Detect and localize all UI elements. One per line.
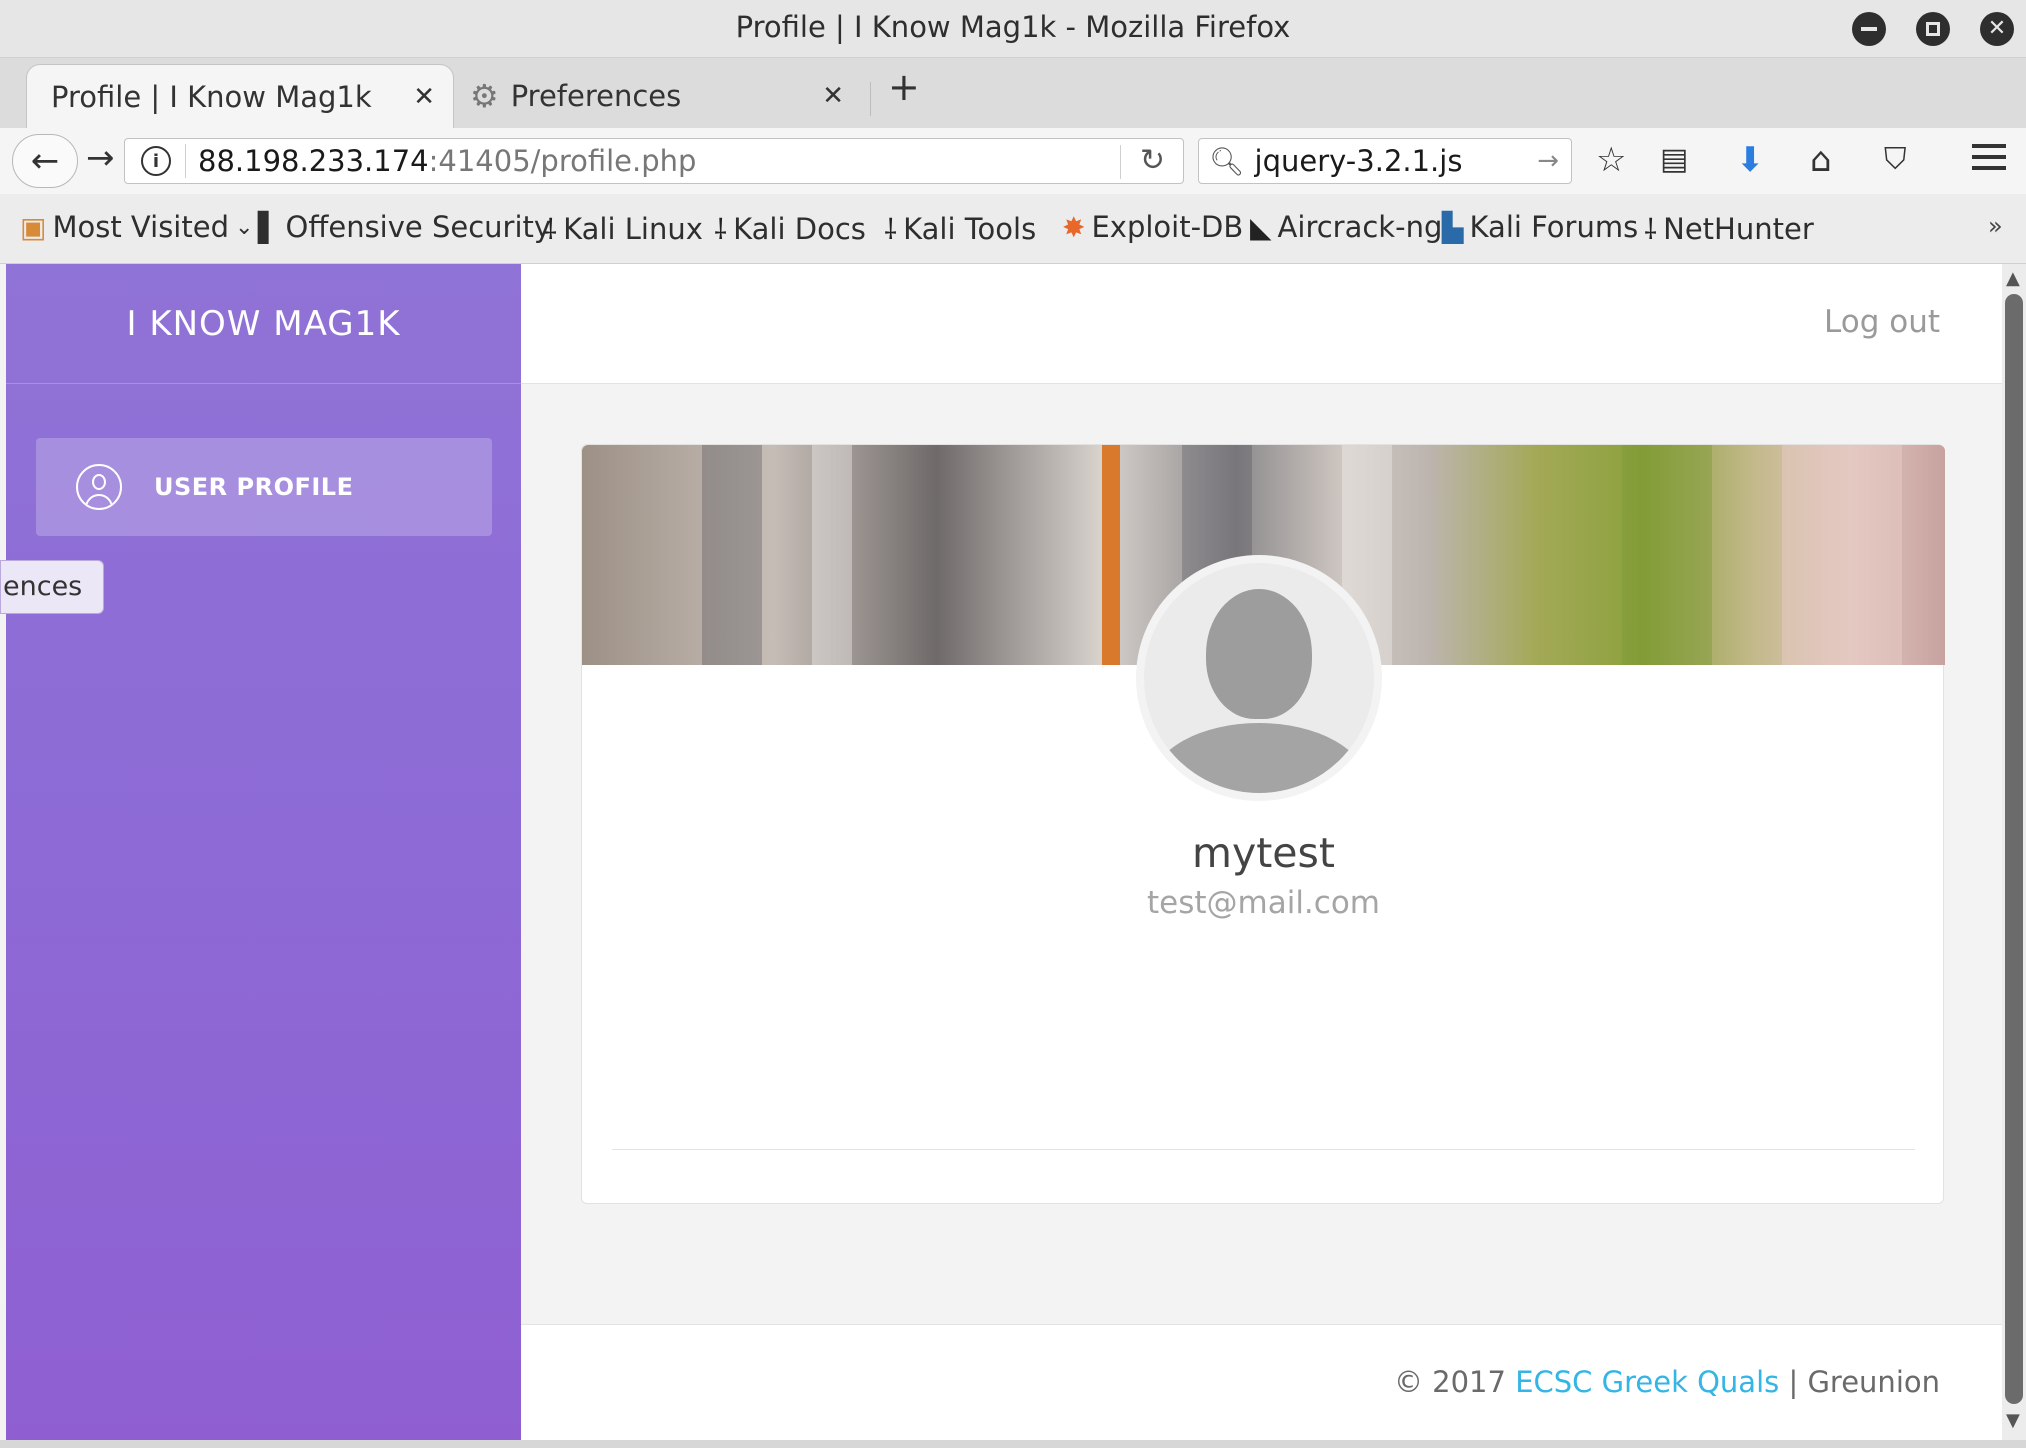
forward-button[interactable]: → (86, 138, 115, 178)
tab-profile[interactable]: Profile | I Know Mag1k ✕ (26, 64, 454, 128)
tab-label: Profile | I Know Mag1k (51, 79, 372, 114)
kali-dragon-icon: ⸸ (714, 213, 728, 246)
pocket-icon[interactable]: ⛉ (1884, 142, 1907, 177)
bookmark-label: Kali Docs (733, 212, 866, 246)
sidebar: I KNOW MAG1K USER PROFILE (6, 264, 521, 1440)
profile-card: mytest test@mail.com (581, 444, 1945, 1204)
minimize-icon (1861, 27, 1877, 31)
home-icon[interactable]: ⌂ (1810, 140, 1832, 180)
tab-strip: Profile | I Know Mag1k ✕ ⚙ Preferences ✕ (0, 58, 2026, 128)
avatar-head (1206, 589, 1312, 719)
gear-icon: ⚙ (470, 77, 499, 115)
card-divider (612, 1149, 1915, 1150)
bookmark-label: Kali Linux (563, 212, 703, 246)
tab-separator (870, 82, 871, 116)
url-path: :41405/profile.php (428, 144, 697, 178)
url-text[interactable]: 88.198.233.174:41405/profile.php (198, 144, 696, 178)
close-tab-icon[interactable]: ✕ (822, 81, 844, 111)
bookmark-label: Aircrack-ng (1277, 210, 1443, 244)
footer-author: Greunion (1807, 1365, 1940, 1399)
avatar-body (1152, 723, 1366, 793)
main-content: Log out mytest test@mail.com © 2017 ECSC… (521, 264, 2002, 1440)
sidebar-item-user-profile[interactable]: USER PROFILE (36, 438, 492, 536)
bookmarks-overflow-icon[interactable]: » (1988, 212, 2003, 240)
top-navbar: Log out (521, 264, 2002, 384)
downloads-icon[interactable]: ⬇ (1736, 140, 1765, 180)
kali-forums-icon: ▙ (1442, 210, 1464, 244)
sidebar-item-label: USER PROFILE (154, 473, 354, 501)
kali-dragon-icon: ⸸ (884, 213, 898, 246)
reload-icon[interactable]: ↻ (1140, 143, 1165, 178)
bookmark-aircrack-ng[interactable]: ◣ Aircrack-ng (1250, 210, 1442, 244)
menu-icon[interactable] (1972, 144, 2006, 177)
aircrack-icon: ◣ (1250, 210, 1272, 244)
search-bar[interactable]: 🔍︎ jquery-3.2.1.js → (1198, 138, 1572, 184)
tab-label: Preferences (510, 79, 682, 113)
bookmark-kali-tools[interactable]: ⸸ Kali Tools (884, 210, 1036, 248)
close-tab-icon[interactable]: ✕ (413, 82, 435, 112)
url-separator (1120, 145, 1121, 179)
reading-list-icon[interactable]: ▤ (1660, 142, 1688, 177)
bookmark-label: Kali Tools (903, 212, 1037, 246)
bookmark-kali-docs[interactable]: ⸸ Kali Docs (714, 210, 866, 248)
logout-link[interactable]: Log out (1824, 304, 1940, 340)
url-host: 88.198.233.174 (198, 144, 429, 178)
back-button[interactable]: ← (12, 134, 78, 188)
brand-title[interactable]: I KNOW MAG1K (6, 264, 521, 384)
page-viewport: I KNOW MAG1K USER PROFILE ences Log out (0, 264, 2002, 1440)
maximize-icon (1926, 22, 1940, 36)
tab-tooltip: ences (0, 560, 104, 614)
profile-email: test@mail.com (1146, 885, 1380, 921)
copyright-text: © 2017 (1393, 1365, 1516, 1399)
folder-icon: ▣ (20, 210, 47, 244)
forward-arrow-icon: → (86, 138, 115, 178)
back-arrow-icon: ← (30, 141, 60, 181)
footer: © 2017 ECSC Greek Quals | Greunion (521, 1324, 2002, 1440)
vertical-scrollbar[interactable]: ▲ ▼ (2002, 264, 2026, 1440)
ecsc-link[interactable]: ECSC Greek Quals (1515, 1365, 1779, 1399)
bookmark-most-visited[interactable]: ▣ Most Visited ⌄ (20, 210, 253, 244)
kali-dragon-icon: ⸸ (1644, 213, 1658, 246)
bookmark-label: Kali Forums (1469, 210, 1639, 244)
close-window-button[interactable]: ✕ (1980, 12, 2014, 46)
search-icon: 🔍︎ (1209, 144, 1245, 178)
bookmark-nethunter[interactable]: ⸸ NetHunter (1644, 210, 1814, 248)
bookmark-label: Offensive Security (285, 210, 552, 244)
bookmark-kali-forums[interactable]: ▙ Kali Forums (1442, 210, 1638, 244)
navigation-bar: ← → i 88.198.233.174:41405/profile.php ↻… (0, 128, 2026, 194)
footer-text: © 2017 ECSC Greek Quals | Greunion (1394, 1365, 1940, 1399)
scroll-thumb[interactable] (2005, 294, 2023, 1404)
search-go-icon[interactable]: → (1537, 146, 1559, 176)
offsec-icon: ▌ (258, 210, 280, 244)
window-titlebar: Profile | I Know Mag1k - Mozilla Firefox… (0, 0, 2026, 58)
bookmark-kali-linux[interactable]: ⸸ Kali Linux (544, 210, 703, 248)
chevron-down-icon: ⌄ (234, 214, 254, 240)
url-bar[interactable]: i 88.198.233.174:41405/profile.php ↻ (124, 138, 1184, 184)
minimize-button[interactable] (1852, 12, 1886, 46)
url-separator (185, 144, 186, 178)
search-input[interactable]: jquery-3.2.1.js (1255, 144, 1463, 178)
maximize-button[interactable] (1916, 12, 1950, 46)
avatar (1136, 555, 1382, 801)
kali-dragon-icon: ⸸ (544, 213, 558, 246)
site-info-icon[interactable]: i (141, 146, 171, 176)
tab-preferences[interactable]: ⚙ Preferences ✕ (466, 64, 862, 128)
bookmark-offensive-security[interactable]: ▌ Offensive Security (258, 210, 551, 244)
bookmarks-bar: ▣ Most Visited ⌄ ▌ Offensive Security ⸸ … (0, 194, 2026, 264)
close-icon: ✕ (1987, 16, 2007, 41)
taskbar-strip (0, 1440, 2026, 1448)
bookmark-star-icon[interactable]: ☆ (1596, 140, 1626, 180)
exploitdb-icon: ✸ (1062, 210, 1086, 244)
scroll-up-icon[interactable]: ▲ (2006, 268, 2020, 289)
bookmark-label: NetHunter (1663, 212, 1814, 246)
user-icon (76, 464, 122, 510)
bookmark-label: Exploit-DB (1091, 210, 1244, 244)
new-tab-button[interactable]: + (888, 68, 920, 106)
scroll-down-icon[interactable]: ▼ (2006, 1410, 2020, 1431)
profile-username: mytest (1192, 829, 1335, 877)
bookmark-exploit-db[interactable]: ✸ Exploit-DB (1062, 210, 1243, 244)
window-title: Profile | I Know Mag1k - Mozilla Firefox (735, 10, 1291, 44)
footer-separator: | (1779, 1365, 1808, 1399)
bookmark-label: Most Visited (52, 210, 229, 244)
